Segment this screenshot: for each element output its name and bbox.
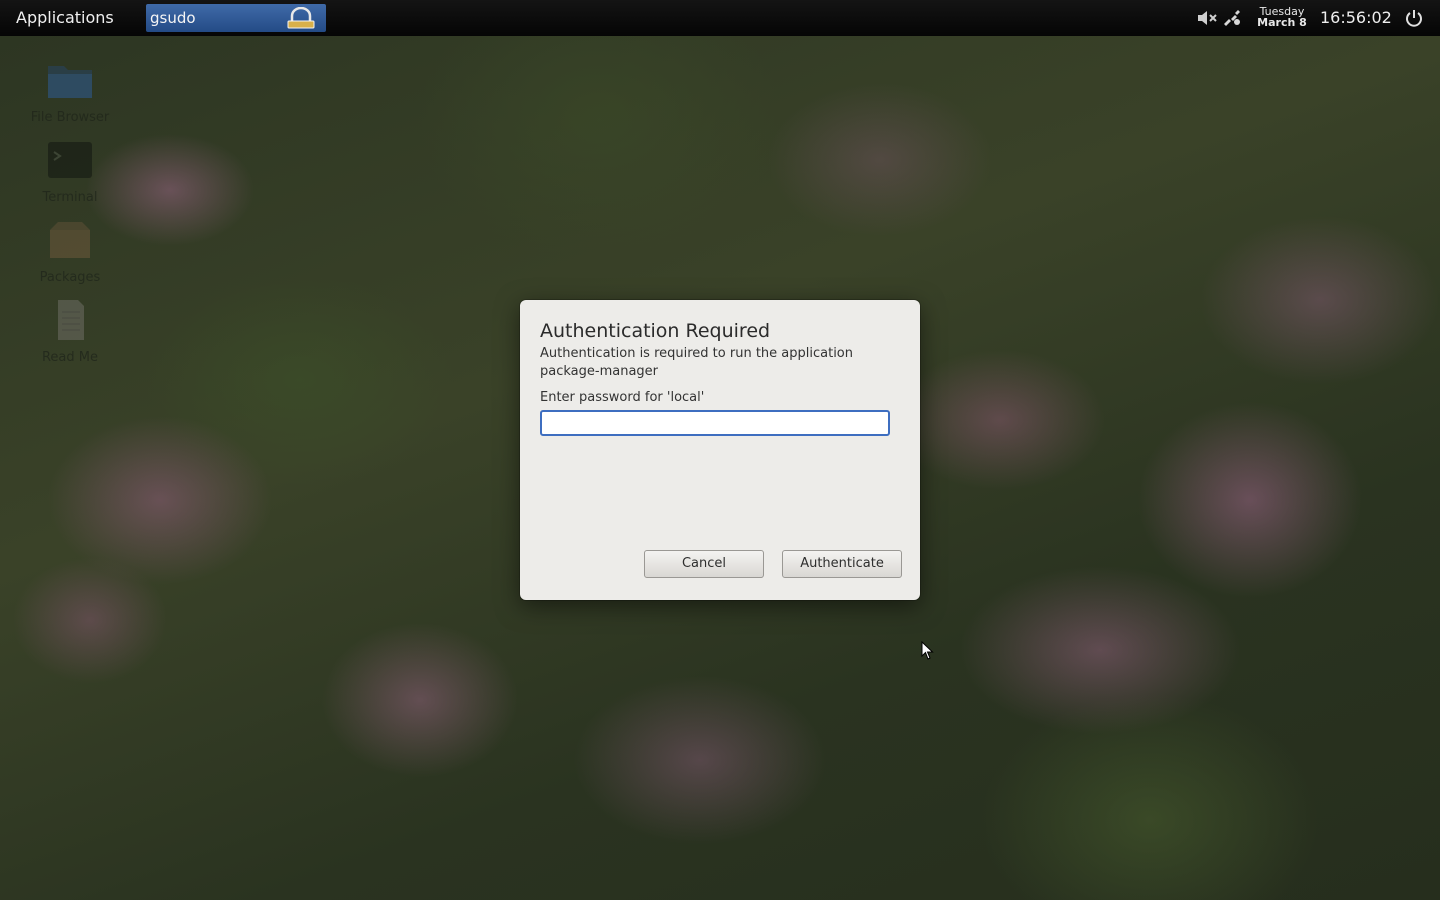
desktop-icon-label: Terminal [42, 190, 98, 205]
terminal-icon [48, 142, 92, 178]
dialog-title: Authentication Required [540, 320, 771, 342]
desktop-icon-label: Packages [39, 270, 101, 285]
desktop-icon-read-me[interactable]: Read Me [22, 298, 118, 365]
desktop-icon-packages[interactable]: Packages [22, 218, 118, 285]
desktop-icon-file-browser[interactable]: File Browser [22, 58, 118, 125]
applications-menu[interactable]: Applications [6, 4, 124, 32]
folder-icon [48, 66, 92, 98]
authentication-dialog: Authentication Required Authentication i… [520, 300, 920, 600]
desktop-icon-label: File Browser [30, 110, 110, 125]
mouse-cursor-icon [921, 641, 934, 660]
desktop-icon-terminal[interactable]: Terminal [22, 138, 118, 205]
power-icon[interactable] [1404, 8, 1424, 28]
authenticate-button[interactable]: Authenticate [782, 550, 902, 578]
desktop-icon-label: Read Me [41, 350, 98, 365]
panel-date[interactable]: Tuesday March 8 [1252, 6, 1312, 28]
dialog-message: Authentication is required to run the ap… [540, 346, 853, 379]
cancel-button[interactable]: Cancel [644, 550, 764, 578]
document-icon [58, 300, 84, 340]
panel-clock[interactable]: 16:56:02 [1320, 8, 1392, 27]
package-box-icon [50, 222, 90, 258]
top-panel: Applications gsudo Tuesday March 8 16:56… [0, 0, 1440, 36]
taskbar-item-gsudo[interactable]: gsudo [146, 4, 326, 32]
password-input[interactable] [540, 410, 890, 436]
taskbar-item-label: gsudo [150, 9, 196, 27]
password-label: Enter password for 'local' [540, 390, 705, 405]
date-month: March 8 [1257, 16, 1307, 29]
network-icon[interactable] [1222, 8, 1242, 28]
volume-muted-icon[interactable] [1196, 8, 1218, 28]
padlock-icon [287, 7, 315, 29]
